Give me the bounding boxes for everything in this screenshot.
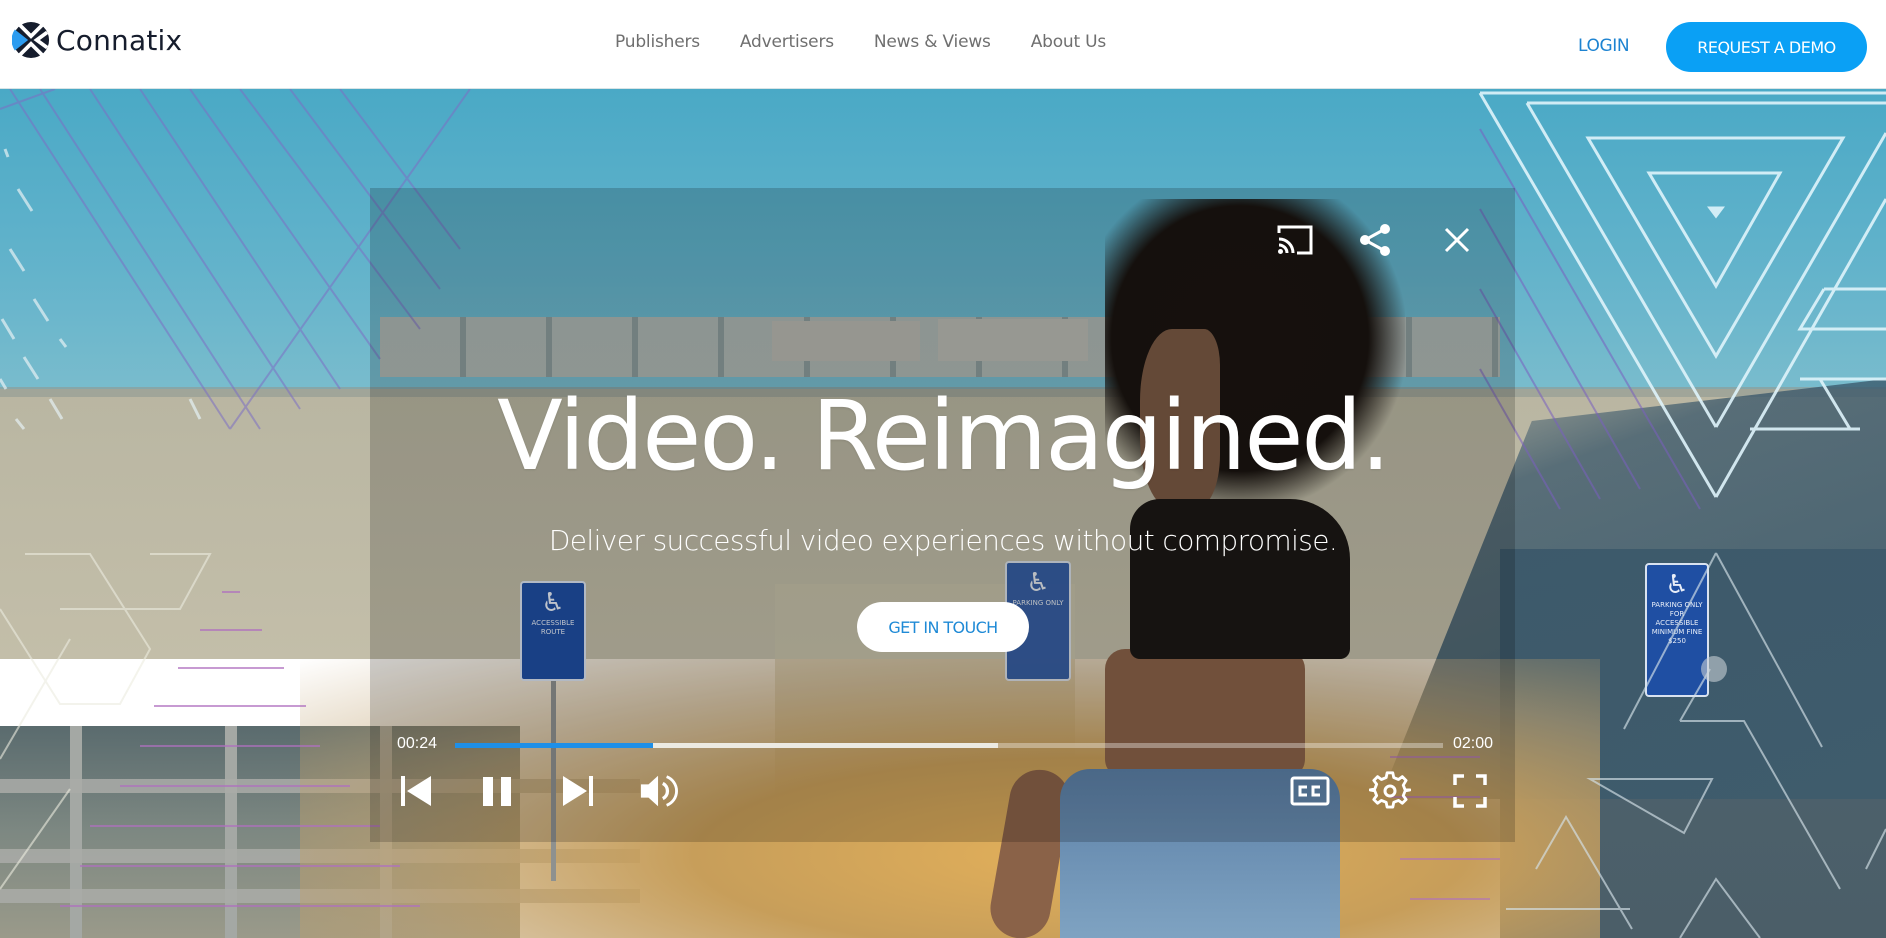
progress-bar[interactable] (455, 743, 1443, 748)
login-link[interactable]: LOGIN (1578, 36, 1630, 56)
captions-button[interactable] (1288, 769, 1332, 813)
cc-icon (1290, 776, 1330, 806)
fullscreen-icon (1453, 774, 1487, 808)
logo-link[interactable]: Connatix (12, 21, 182, 59)
pause-button[interactable] (477, 769, 517, 813)
skip-previous-icon (401, 776, 431, 806)
site-header: Connatix Publishers Advertisers News & V… (0, 0, 1886, 89)
nav-advertisers[interactable]: Advertisers (740, 32, 834, 52)
player-right-controls (1288, 769, 1528, 813)
pause-icon (483, 777, 511, 806)
volume-icon (640, 775, 678, 807)
volume-button[interactable] (639, 769, 679, 813)
total-time: 02:00 (1453, 735, 1494, 752)
share-icon (1360, 224, 1390, 256)
logo-text: Connatix (56, 23, 183, 57)
nav-news-views[interactable]: News & Views (874, 32, 991, 52)
get-in-touch-button[interactable]: GET IN TOUCH (857, 602, 1029, 652)
close-button[interactable] (1439, 220, 1475, 260)
current-time: 00:24 (397, 735, 438, 752)
settings-button[interactable] (1368, 769, 1412, 813)
previous-button[interactable] (396, 769, 436, 813)
cast-button[interactable] (1273, 220, 1317, 260)
player-top-controls (1273, 220, 1475, 260)
connatix-logo-icon (12, 21, 50, 59)
fullscreen-button[interactable] (1448, 769, 1492, 813)
hero-subheadline: Deliver successful video experiences wit… (548, 524, 1338, 557)
player-left-controls (396, 769, 720, 813)
skip-next-icon (563, 776, 593, 806)
main-nav: Publishers Advertisers News & Views Abou… (615, 32, 1146, 52)
request-demo-button[interactable]: REQUEST A DEMO (1666, 22, 1867, 72)
wheelchair-icon: ♿ (1665, 570, 1689, 600)
nav-publishers[interactable]: Publishers (615, 32, 700, 52)
sign-text: PARKING ONLY FOR ACCESSIBLE MINIMUM FINE… (1651, 601, 1703, 645)
gear-icon (1369, 771, 1411, 809)
nav-about-us[interactable]: About Us (1031, 32, 1107, 52)
next-button[interactable] (558, 769, 598, 813)
cast-icon (1277, 225, 1313, 255)
hero-headline: Video. Reimagined. (497, 380, 1391, 492)
parking-sign: ♿ PARKING ONLY FOR ACCESSIBLE MINIMUM FI… (1645, 563, 1709, 697)
close-icon (1444, 227, 1470, 253)
hero-section: ♿ ACCESSIBLE ROUTE ♿ PARKING ONLY ♿ PARK… (0, 89, 1886, 938)
progress-played (455, 743, 653, 748)
share-button[interactable] (1355, 220, 1395, 260)
